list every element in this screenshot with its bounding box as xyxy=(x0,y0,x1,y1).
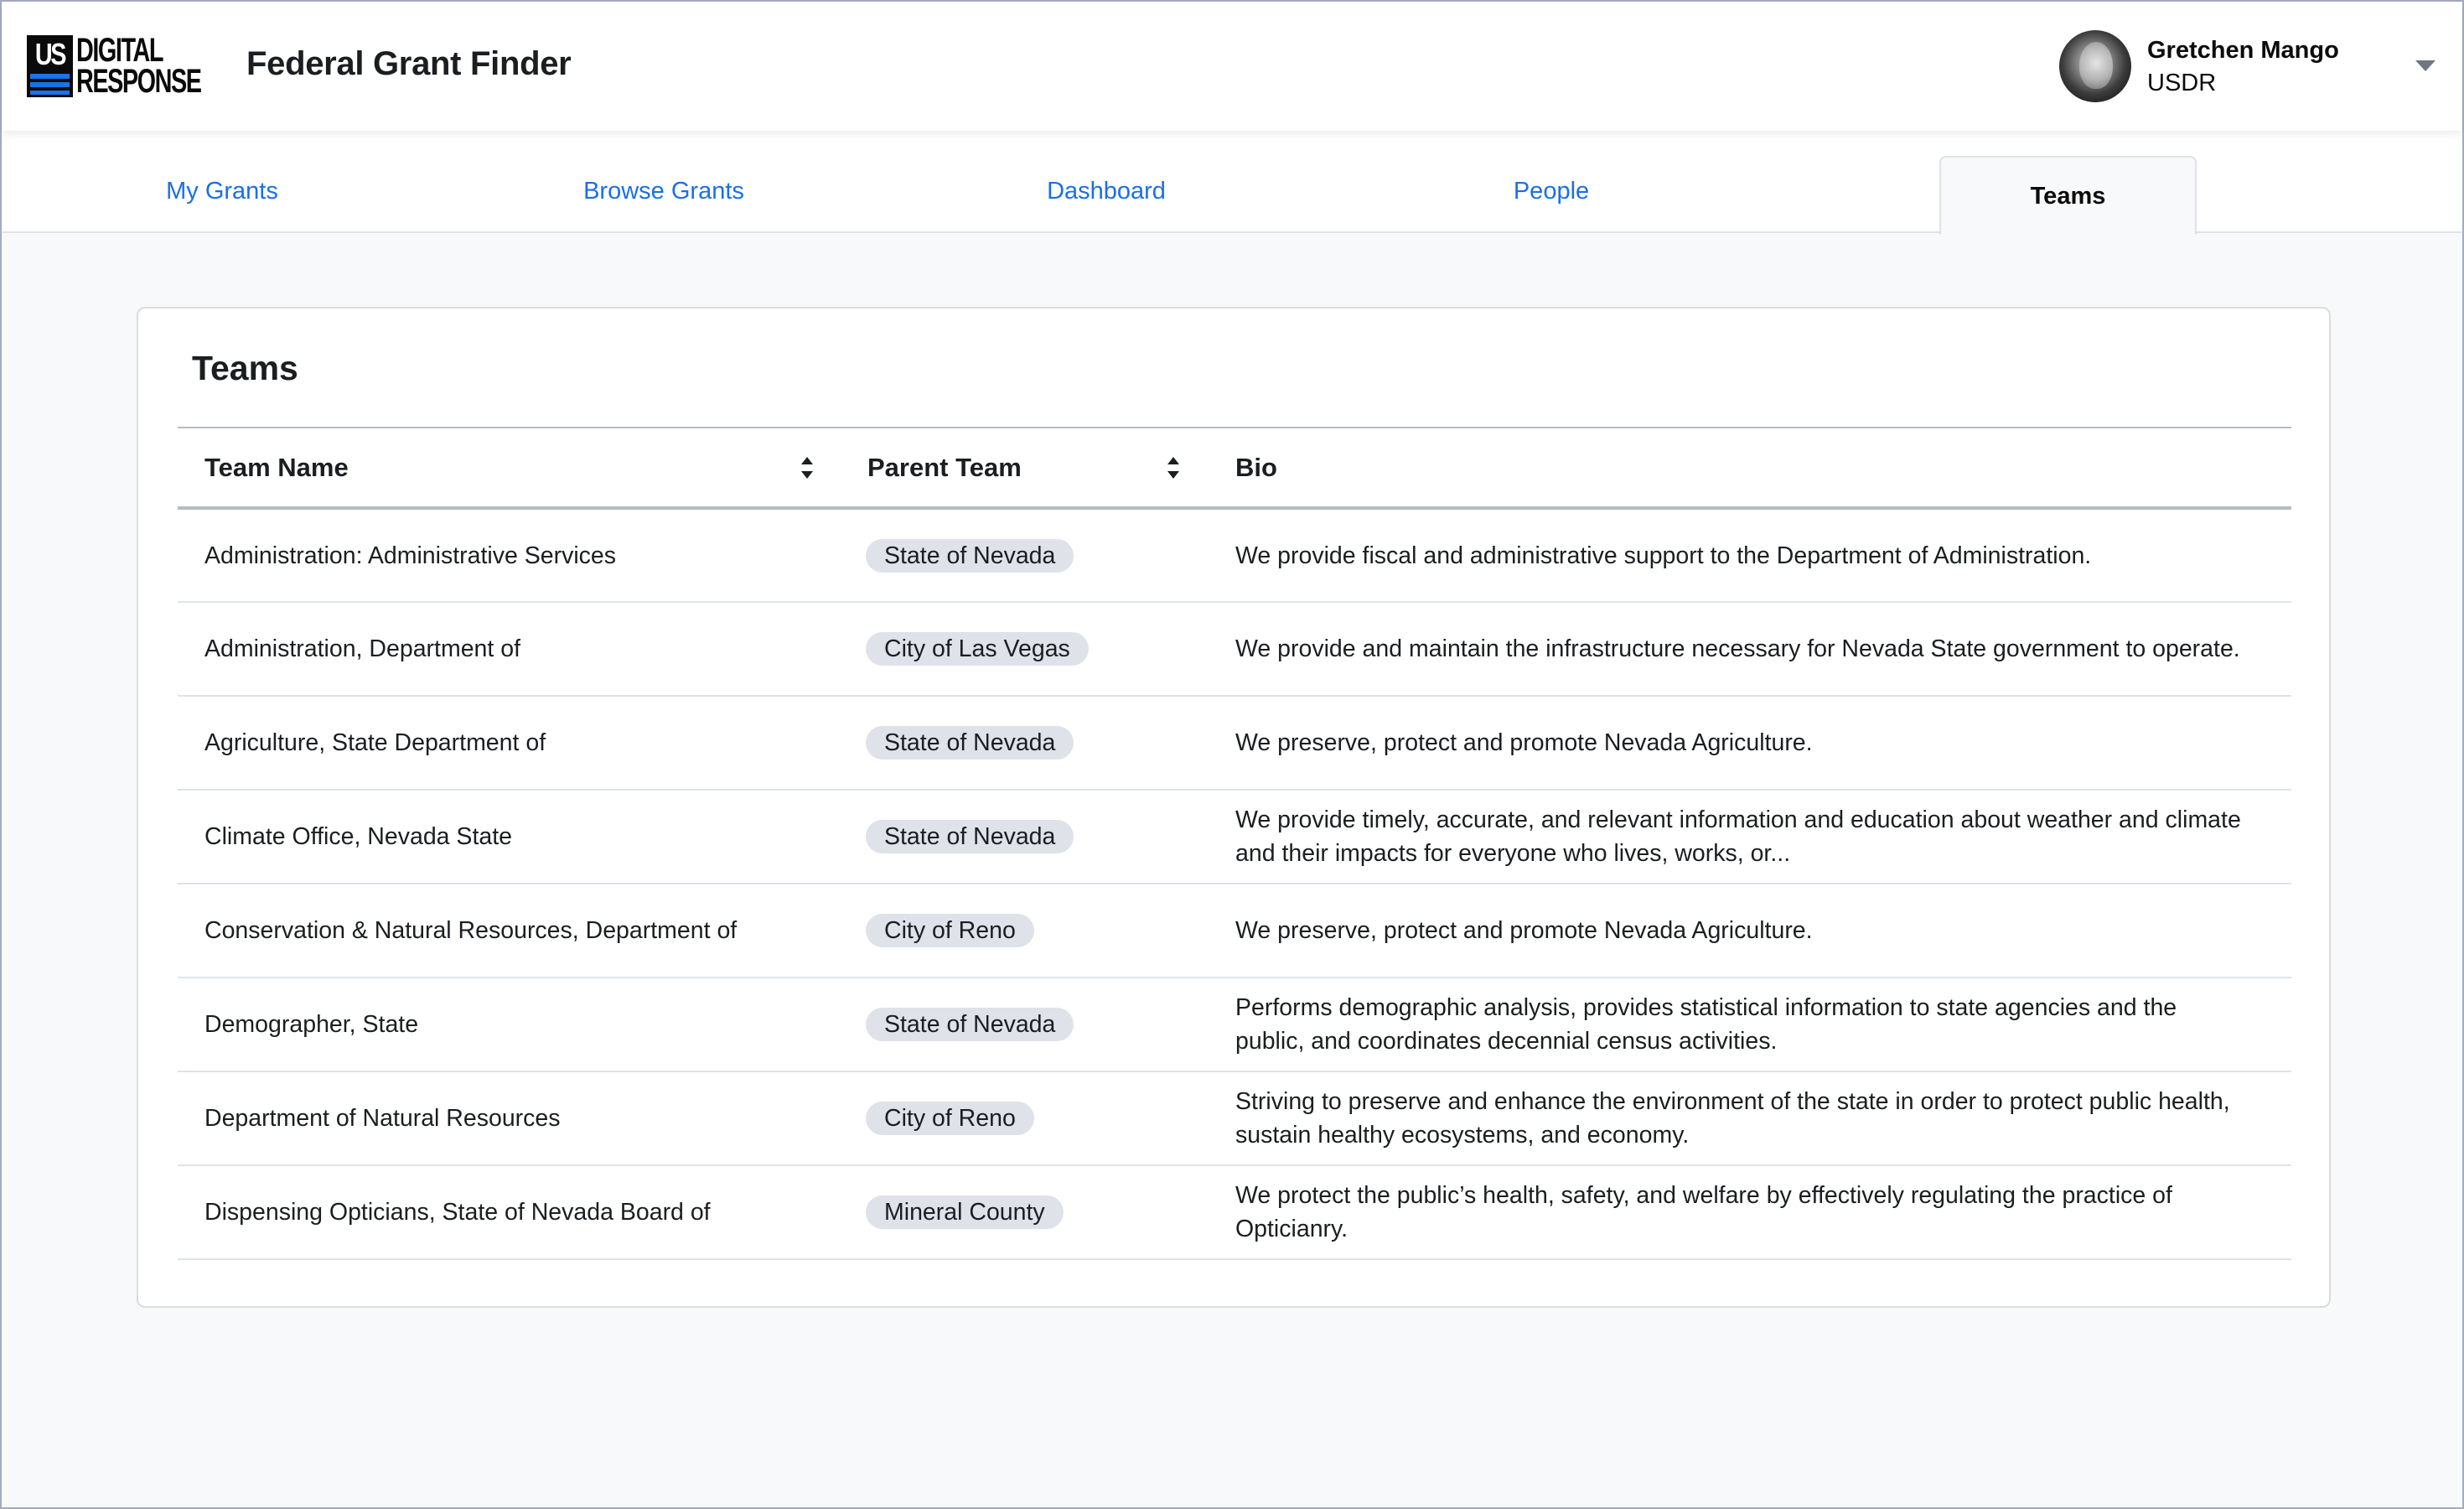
column-header-label: Bio xyxy=(1235,452,1277,482)
parent-team-badge: City of Las Vegas xyxy=(866,632,1089,666)
bio-cell: We provide and maintain the infrastructu… xyxy=(1209,602,2291,696)
parent-team-badge: State of Nevada xyxy=(866,1008,1074,1041)
table-row[interactable]: Administration: Administrative Services … xyxy=(178,508,2291,602)
parent-team-badge: State of Nevada xyxy=(866,726,1074,760)
bio-cell: Striving to preserve and enhance the env… xyxy=(1209,1071,2291,1165)
team-bio: We provide and maintain the infrastructu… xyxy=(1235,635,2240,662)
tab-browse-grants[interactable]: Browse Grants xyxy=(538,131,789,233)
team-bio: We preserve, protect and promote Nevada … xyxy=(1235,917,1813,944)
column-header-bio: Bio xyxy=(1209,427,2291,510)
team-name[interactable]: Administration, Department of xyxy=(204,635,520,662)
bio-cell: We protect the public’s health, safety, … xyxy=(1209,1165,2291,1259)
bio-cell: We provide timely, accurate, and relevan… xyxy=(1209,790,2291,884)
parent-team-badge: State of Nevada xyxy=(866,820,1074,853)
tab-dashboard[interactable]: Dashboard xyxy=(981,131,1232,233)
team-name-cell: Administration: Administrative Services xyxy=(178,508,841,602)
bio-cell: Performs demographic analysis, provides … xyxy=(1209,977,2291,1071)
bio-cell: We preserve, protect and promote Nevada … xyxy=(1209,696,2291,790)
tab-my-grants[interactable]: My Grants xyxy=(138,131,306,233)
main-nav-tabs: My Grants Browse Grants Dashboard People… xyxy=(2,131,2462,235)
tab-people[interactable]: People xyxy=(1468,131,1635,233)
caret-down-icon[interactable] xyxy=(2415,60,2436,71)
table-body: Administration: Administrative Services … xyxy=(178,508,2291,1259)
team-name-cell: Administration, Department of xyxy=(178,602,841,696)
sort-icon[interactable] xyxy=(1167,456,1179,479)
team-name-cell: Demographer, State xyxy=(178,977,841,1071)
bio-cell: We preserve, protect and promote Nevada … xyxy=(1209,884,2291,977)
parent-team-cell: State of Nevada xyxy=(841,977,1209,1071)
team-name[interactable]: Conservation & Natural Resources, Depart… xyxy=(204,917,737,944)
team-name[interactable]: Demographer, State xyxy=(204,1011,418,1038)
team-name[interactable]: Agriculture, State Department of xyxy=(204,729,546,756)
parent-team-badge: State of Nevada xyxy=(866,538,1074,573)
logo-stripe xyxy=(30,82,70,87)
table-row[interactable]: Demographer, State State of Nevada Perfo… xyxy=(178,977,2291,1071)
logo-wordmark: DIGITAL RESPONSE xyxy=(76,32,249,100)
app-title: Federal Grant Finder xyxy=(246,45,572,82)
team-bio: We provide timely, accurate, and relevan… xyxy=(1235,806,2241,867)
app-header: US DIGITAL RESPONSE Federal Grant Finder… xyxy=(2,2,2462,131)
team-name-cell: Climate Office, Nevada State xyxy=(178,790,841,884)
team-name[interactable]: Department of Natural Resources xyxy=(204,1105,561,1132)
logo-stripe xyxy=(30,91,70,95)
user-name: Gretchen Mango xyxy=(2147,37,2339,64)
tab-teams[interactable]: Teams xyxy=(1939,156,2197,235)
logo-line-2: RESPONSE xyxy=(76,63,202,100)
usdr-logo[interactable]: US DIGITAL RESPONSE xyxy=(27,32,249,100)
parent-team-cell: City of Reno xyxy=(841,1071,1209,1165)
column-header-parent-team[interactable]: Parent Team xyxy=(841,427,1209,510)
team-bio: Striving to preserve and enhance the env… xyxy=(1235,1088,2230,1149)
user-menu[interactable]: Gretchen Mango USDR xyxy=(2059,30,2445,102)
table-row[interactable]: Climate Office, Nevada State State of Ne… xyxy=(178,790,2291,884)
team-name[interactable]: Administration: Administrative Services xyxy=(204,542,616,569)
parent-team-cell: State of Nevada xyxy=(841,790,1209,884)
parent-team-cell: State of Nevada xyxy=(841,508,1209,602)
parent-team-badge: City of Reno xyxy=(866,914,1034,947)
table-row[interactable]: Department of Natural Resources City of … xyxy=(178,1071,2291,1165)
team-bio: Performs demographic analysis, provides … xyxy=(1235,994,2177,1055)
parent-team-badge: Mineral County xyxy=(866,1195,1064,1229)
table-header-row: Team Name Parent Team Bio xyxy=(178,427,2291,510)
parent-team-cell: Mineral County xyxy=(841,1165,1209,1259)
column-header-team-name[interactable]: Team Name xyxy=(178,427,841,510)
column-header-label: Team Name xyxy=(204,452,349,482)
card-title: Teams xyxy=(192,349,298,387)
column-header-label: Parent Team xyxy=(867,452,1022,482)
logo-stripe xyxy=(30,74,70,79)
sort-icon[interactable] xyxy=(801,456,813,479)
table-row[interactable]: Administration, Department of City of La… xyxy=(178,602,2291,696)
team-bio: We provide fiscal and administrative sup… xyxy=(1235,542,2092,569)
team-bio: We preserve, protect and promote Nevada … xyxy=(1235,729,1813,756)
table-row[interactable]: Agriculture, State Department of State o… xyxy=(178,696,2291,790)
parent-team-cell: State of Nevada xyxy=(841,696,1209,790)
team-name-cell: Dispensing Opticians, State of Nevada Bo… xyxy=(178,1165,841,1259)
parent-team-cell: City of Las Vegas xyxy=(841,602,1209,696)
bio-cell: We provide fiscal and administrative sup… xyxy=(1209,508,2291,602)
logo-us-block: US xyxy=(27,35,73,97)
team-name[interactable]: Dispensing Opticians, State of Nevada Bo… xyxy=(204,1199,711,1226)
parent-team-badge: City of Reno xyxy=(866,1102,1034,1135)
avatar xyxy=(2059,30,2131,102)
team-name-cell: Agriculture, State Department of xyxy=(178,696,841,790)
team-bio: We protect the public’s health, safety, … xyxy=(1235,1182,2172,1242)
logo-line-1: DIGITAL xyxy=(76,32,163,69)
avatar-face xyxy=(2079,42,2113,89)
team-name[interactable]: Climate Office, Nevada State xyxy=(204,823,512,850)
parent-team-cell: City of Reno xyxy=(841,884,1209,977)
logo-us-text: US xyxy=(34,37,67,71)
teams-table: Team Name Parent Team Bio Administration… xyxy=(178,427,2291,1260)
table-row[interactable]: Conservation & Natural Resources, Depart… xyxy=(178,884,2291,977)
user-organization: USDR xyxy=(2147,70,2217,96)
table-row[interactable]: Dispensing Opticians, State of Nevada Bo… xyxy=(178,1165,2291,1259)
teams-card: Teams Team Name Parent Team Bio Administ… xyxy=(137,307,2331,1308)
team-name-cell: Conservation & Natural Resources, Depart… xyxy=(178,884,841,977)
team-name-cell: Department of Natural Resources xyxy=(178,1071,841,1165)
